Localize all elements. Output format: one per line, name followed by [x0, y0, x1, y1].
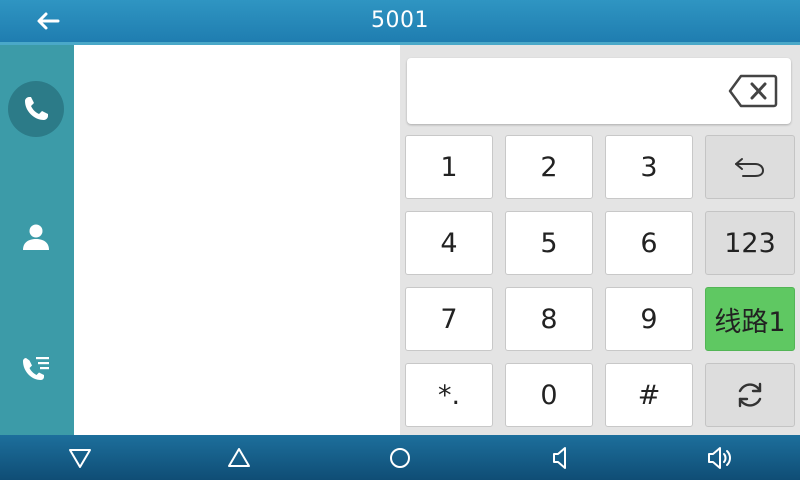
home-triangle-icon[interactable]	[224, 443, 254, 473]
circle-icon[interactable]	[385, 443, 415, 473]
key-8[interactable]: 8	[505, 287, 593, 351]
key-9[interactable]: 9	[605, 287, 693, 351]
title-bar: 5001	[0, 0, 800, 42]
volume-up-icon[interactable]	[705, 443, 735, 473]
key-6[interactable]: 6	[605, 211, 693, 275]
key-0[interactable]: 0	[505, 363, 593, 427]
call-history-icon	[23, 357, 49, 380]
contact-icon	[23, 224, 49, 250]
sidebar-item-history[interactable]	[8, 341, 64, 397]
volume-down-icon[interactable]	[545, 443, 575, 473]
sidebar	[0, 45, 74, 435]
switch-button[interactable]	[705, 363, 795, 427]
phone-icon	[25, 97, 48, 120]
key-5[interactable]: 5	[505, 211, 593, 275]
call-list-area	[74, 45, 400, 435]
key-star[interactable]: *.	[405, 363, 493, 427]
line-button[interactable]: 线路1	[705, 287, 795, 351]
back-triangle-icon[interactable]	[65, 443, 95, 473]
key-hash[interactable]: #	[605, 363, 693, 427]
dialpad: 1 2 3 4 5 6 7 8 9 *. 0 # 123 线路1	[400, 45, 800, 435]
key-1[interactable]: 1	[405, 135, 493, 199]
system-navbar	[0, 435, 800, 480]
refresh-icon	[738, 382, 762, 408]
undo-icon	[735, 158, 765, 177]
key-3[interactable]: 3	[605, 135, 693, 199]
key-4[interactable]: 4	[405, 211, 493, 275]
sidebar-item-contacts[interactable]	[8, 209, 64, 265]
input-mode-button[interactable]: 123	[705, 211, 795, 275]
undo-button[interactable]	[705, 135, 795, 199]
sidebar-item-phone[interactable]	[8, 81, 64, 137]
key-2[interactable]: 2	[505, 135, 593, 199]
backspace-icon[interactable]	[728, 74, 778, 108]
page-title: 5001	[371, 8, 429, 33]
key-7[interactable]: 7	[405, 287, 493, 351]
